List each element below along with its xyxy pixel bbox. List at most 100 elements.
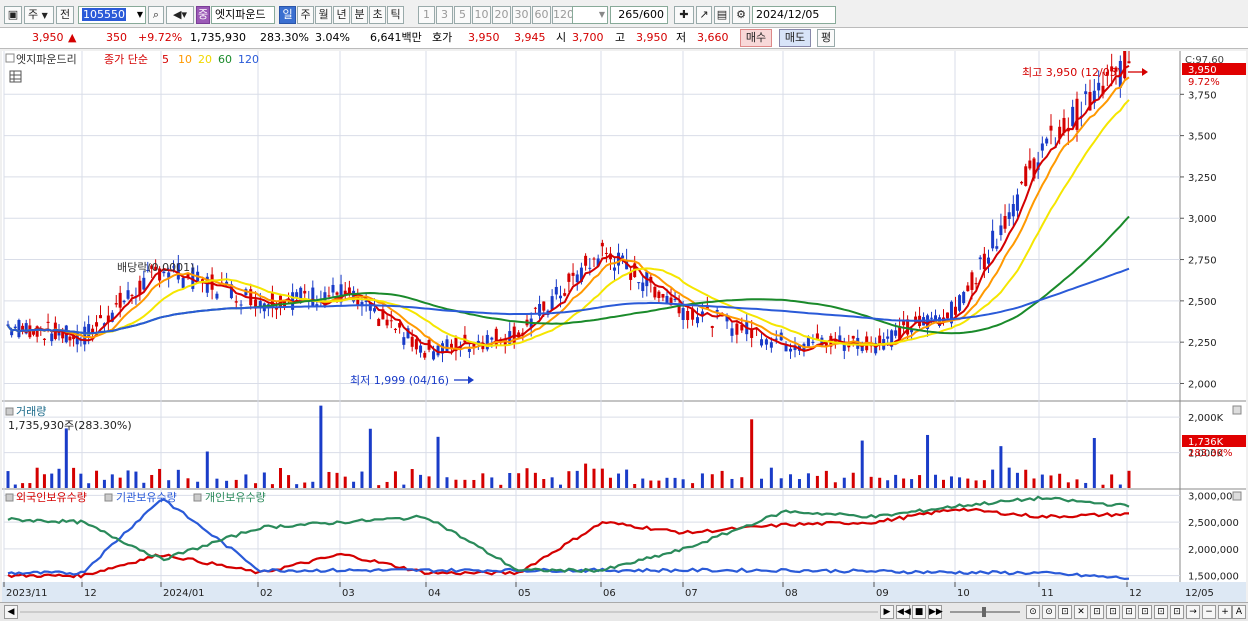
prev-button[interactable]: 전 xyxy=(56,6,74,24)
x-tick-label: 06 xyxy=(603,588,616,599)
interval-button-20[interactable]: 20 xyxy=(492,6,511,24)
table-icon[interactable] xyxy=(9,70,22,83)
volume-value: 1,735,930 xyxy=(190,31,246,44)
tool-icon[interactable]: ⊡ xyxy=(1106,605,1120,619)
interval-button-10[interactable]: 10 xyxy=(472,6,491,24)
candle-body xyxy=(130,295,134,297)
speaker-icon[interactable]: ◀▾ xyxy=(166,6,194,24)
rewind-icon[interactable]: ◀◀ xyxy=(896,605,911,619)
volume-bar xyxy=(982,480,986,488)
draw-icon[interactable]: ↗ xyxy=(696,6,712,24)
interval-button-3[interactable]: 3 xyxy=(436,6,453,24)
scroll-left-icon[interactable]: ◀ xyxy=(4,605,18,619)
interval-input[interactable]: ▼ xyxy=(572,6,608,24)
x-tick-label: 03 xyxy=(342,588,355,599)
candle-body xyxy=(1015,194,1019,211)
volume-bar xyxy=(35,467,39,488)
tool-icon[interactable]: ⊡ xyxy=(1138,605,1152,619)
candle-body xyxy=(258,301,262,307)
chevron-down-icon[interactable]: ▼ xyxy=(137,7,143,23)
tool-icon[interactable]: ⊡ xyxy=(1058,605,1072,619)
volume-bar xyxy=(481,473,485,488)
volume-bar xyxy=(942,479,945,488)
gear-icon[interactable]: ⚙ xyxy=(732,6,750,24)
interval-button-5[interactable]: 5 xyxy=(454,6,471,24)
period-button-3[interactable]: 년 xyxy=(333,6,350,24)
volume-bar xyxy=(806,473,810,488)
volume-bar xyxy=(427,476,431,488)
stock-chart[interactable]: 2023/11 12 2024/01 02 03 04 05 06 07 08 09 10 11 12 12… xyxy=(2,34,1246,603)
candle-body xyxy=(710,326,714,328)
scroll-right-icon[interactable]: ▶ xyxy=(880,605,894,619)
close-icon[interactable] xyxy=(1232,491,1242,501)
sell-button[interactable]: 매도 xyxy=(779,29,811,47)
period-button-2[interactable]: 월 xyxy=(315,6,332,24)
volume-bar xyxy=(926,434,930,488)
font-icon[interactable]: A xyxy=(1232,605,1246,619)
tool-icon[interactable]: ⊡ xyxy=(1154,605,1168,619)
volume-bar xyxy=(633,483,637,488)
panel-box-icon[interactable] xyxy=(5,407,14,416)
candle-body xyxy=(210,274,214,290)
volume-bar xyxy=(1127,470,1131,488)
x-tick-label: 02 xyxy=(260,588,273,599)
volume-bar xyxy=(1015,472,1019,488)
period-button-0[interactable]: 일 xyxy=(279,6,296,24)
x-tick-label: 2023/11 xyxy=(6,588,48,599)
zoom-in-icon[interactable]: + xyxy=(1218,605,1232,619)
bid-label: 호가 xyxy=(432,31,453,44)
code-input[interactable]: 105550 ▼ xyxy=(78,6,146,24)
panel-box-icon[interactable] xyxy=(5,493,14,502)
market-select[interactable]: 주 ▼ xyxy=(24,6,54,24)
volume-bar xyxy=(234,479,238,488)
magnifier-icon[interactable]: ⊙ xyxy=(1026,605,1040,619)
cross-icon[interactable]: ✕ xyxy=(1074,605,1088,619)
candle-body xyxy=(21,325,25,330)
zoom-out-icon[interactable]: − xyxy=(1202,605,1216,619)
candle-body xyxy=(930,317,934,319)
volume-bar xyxy=(550,477,554,488)
window-icon[interactable]: ▣ xyxy=(4,6,22,24)
close-icon[interactable] xyxy=(1232,405,1242,415)
search-icon[interactable]: ⌕ xyxy=(148,6,164,24)
volume-bar xyxy=(894,474,898,488)
eval-button[interactable]: 평 xyxy=(817,29,835,47)
scrollbar-track[interactable] xyxy=(20,611,878,613)
zoom-handle[interactable] xyxy=(982,607,986,617)
period-button-4[interactable]: 분 xyxy=(351,6,368,24)
interval-button-1[interactable]: 1 xyxy=(418,6,435,24)
ma-120-label: 120 xyxy=(238,53,259,66)
period-button-6[interactable]: 틱 xyxy=(387,6,404,24)
volume-bar xyxy=(575,470,579,488)
volume-bar xyxy=(360,471,364,488)
candle-body xyxy=(735,323,739,335)
interval-button-30[interactable]: 30 xyxy=(512,6,531,24)
volume-bar xyxy=(592,468,596,488)
tool-icon[interactable]: ⊡ xyxy=(1090,605,1104,619)
tool-icon[interactable]: ⊡ xyxy=(1122,605,1136,619)
forward-icon[interactable]: ▶▶ xyxy=(928,605,943,619)
count-field[interactable]: 265/600 xyxy=(610,6,668,24)
date-field[interactable]: 2024/12/05 xyxy=(752,6,836,24)
period-button-1[interactable]: 주 xyxy=(297,6,314,24)
chart-scroll-icon[interactable]: → xyxy=(1186,605,1200,619)
interval-button-120[interactable]: 120 xyxy=(552,6,574,24)
volume-bar xyxy=(352,481,356,488)
current-price: 3,950 xyxy=(32,31,64,44)
volume-bar xyxy=(126,470,130,488)
volume-bar xyxy=(567,471,571,488)
x-tick-label: 12/05 xyxy=(1185,588,1214,599)
candle-body xyxy=(894,330,898,336)
magnifier-icon[interactable]: ⊙ xyxy=(1042,605,1056,619)
crosshair-icon[interactable]: ✚ xyxy=(674,6,694,24)
candle-body xyxy=(419,345,423,353)
period-button-5[interactable]: 초 xyxy=(369,6,386,24)
volume-bar xyxy=(335,472,339,488)
interval-button-60[interactable]: 60 xyxy=(532,6,551,24)
save-icon[interactable]: ▤ xyxy=(714,6,730,24)
count-max: /600 xyxy=(639,8,664,21)
buy-button[interactable]: 매수 xyxy=(740,29,772,47)
stop-icon[interactable]: ■ xyxy=(912,605,926,619)
volume-bar xyxy=(673,477,677,488)
tool-icon[interactable]: ⊡ xyxy=(1170,605,1184,619)
